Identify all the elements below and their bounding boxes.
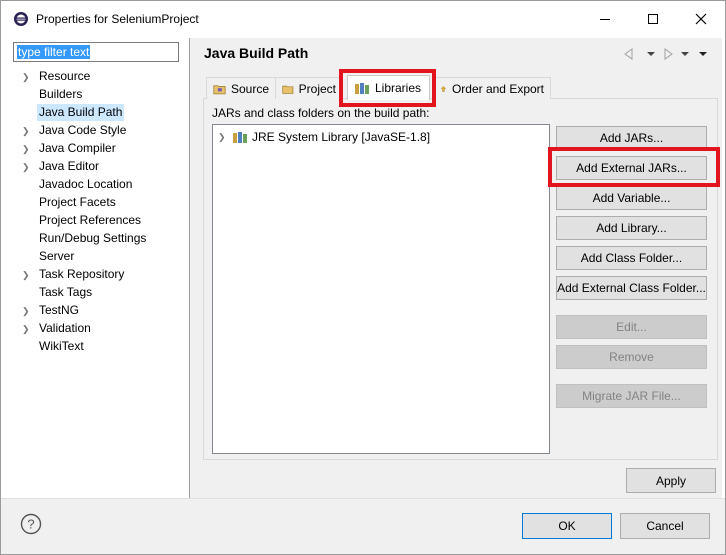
expand-arrow-icon[interactable]: ❯ xyxy=(218,129,232,145)
tree-item-label: Resource xyxy=(39,69,91,83)
expand-arrow-icon[interactable]: ❯ xyxy=(22,141,37,158)
expand-arrow-icon[interactable]: ❯ xyxy=(22,69,37,86)
page-title: Java Build Path xyxy=(204,45,309,61)
tree-item-wikitext[interactable]: WikiText xyxy=(22,338,86,355)
tab-source[interactable]: Source xyxy=(206,77,276,99)
tree-item-java-build-path[interactable]: Java Build Path xyxy=(22,104,125,121)
jre-library-label: JRE System Library [JavaSE-1.8] xyxy=(252,130,431,144)
tree-item-task-repository[interactable]: ❯ Task Repository xyxy=(22,266,126,283)
expand-arrow-icon[interactable]: ❯ xyxy=(22,303,37,320)
source-folder-icon xyxy=(213,84,226,94)
tree-item-label: Project References xyxy=(39,213,142,227)
add-jars-button[interactable]: Add JARs... xyxy=(556,126,707,150)
chevron-down-icon xyxy=(647,52,655,56)
eclipse-app-icon xyxy=(14,12,28,26)
cancel-button[interactable]: Cancel xyxy=(620,513,710,539)
tree-item-label: TestNG xyxy=(39,303,80,317)
tab-label: Source xyxy=(230,81,269,96)
maximize-button[interactable] xyxy=(641,8,665,30)
add-external-class-folder-button[interactable]: Add External Class Folder... xyxy=(556,276,707,300)
add-external-jars-button[interactable]: Add External JARs... xyxy=(556,156,707,180)
tree-item-label: Java Code Style xyxy=(39,123,127,137)
tree-item-label: Java Compiler xyxy=(39,141,116,155)
minimize-icon xyxy=(600,19,610,20)
tree-item-project-references[interactable]: Project References xyxy=(22,212,143,229)
tree-item-label: Run/Debug Settings xyxy=(39,231,147,245)
forward-nav-button[interactable] xyxy=(662,46,718,62)
tree-item-label: Java Editor xyxy=(39,159,100,173)
libraries-tree[interactable] xyxy=(212,124,550,454)
help-icon[interactable]: ? xyxy=(20,513,42,535)
tab-label: Order and Export xyxy=(451,81,544,96)
remove-button[interactable]: Remove xyxy=(556,345,707,369)
tree-item-label: Validation xyxy=(39,321,91,335)
tree-item-javadoc-location[interactable]: Javadoc Location xyxy=(22,176,134,193)
add-variable-button[interactable]: Add Variable... xyxy=(556,186,707,210)
minimize-button[interactable] xyxy=(593,8,617,30)
tree-item-testng[interactable]: ❯ TestNG xyxy=(22,302,81,319)
expand-arrow-icon[interactable]: ❯ xyxy=(22,123,37,140)
tree-item-label: Task Tags xyxy=(39,285,93,299)
tab-label: Project xyxy=(298,81,336,96)
back-arrow-icon xyxy=(624,48,633,60)
back-nav-button[interactable] xyxy=(620,46,660,62)
close-button[interactable] xyxy=(689,8,713,30)
order-export-icon xyxy=(440,85,447,92)
filter-input[interactable]: type filter text xyxy=(13,42,179,62)
tree-item-label: WikiText xyxy=(39,339,84,353)
add-class-folder-button[interactable]: Add Class Folder... xyxy=(556,246,707,270)
tree-item-task-tags[interactable]: Task Tags xyxy=(22,284,94,301)
close-icon xyxy=(695,13,707,25)
tree-item-label: Project Facets xyxy=(39,195,116,209)
maximize-icon xyxy=(648,14,658,24)
expand-arrow-icon[interactable]: ❯ xyxy=(22,159,37,176)
chevron-down-icon xyxy=(681,52,689,56)
tree-item-label: Builders xyxy=(39,87,83,101)
tree-item-label: Javadoc Location xyxy=(39,177,133,191)
tree-item-project-facets[interactable]: Project Facets xyxy=(22,194,118,211)
tree-item-label: Task Repository xyxy=(39,267,125,281)
tree-item-builders[interactable]: Builders xyxy=(22,86,84,103)
tree-item-java-code-style[interactable]: ❯ Java Code Style xyxy=(22,122,128,139)
tab-label: Libraries xyxy=(375,81,422,95)
jre-library-icon xyxy=(233,132,247,143)
tree-item-java-editor[interactable]: ❯ Java Editor xyxy=(22,158,101,175)
dialog-button-bar xyxy=(0,498,726,555)
tree-item-run-debug-settings[interactable]: Run/Debug Settings xyxy=(22,230,148,247)
tree-item-server[interactable]: Server xyxy=(22,248,76,265)
jre-system-library-item[interactable]: ❯ JRE System Library [JavaSE-1.8] xyxy=(218,129,430,145)
project-folder-icon xyxy=(282,85,294,94)
tree-item-java-compiler[interactable]: ❯ Java Compiler xyxy=(22,140,118,157)
tree-item-resource[interactable]: ❯ Resource xyxy=(22,68,92,85)
migrate-jar-button[interactable]: Migrate JAR File... xyxy=(556,384,707,408)
tab-order-and-export[interactable]: Order and Export xyxy=(433,77,551,99)
tab-libraries[interactable]: Libraries xyxy=(347,75,430,100)
edit-button[interactable]: Edit... xyxy=(556,315,707,339)
window-title: Properties for SeleniumProject xyxy=(36,12,199,26)
tree-item-validation[interactable]: ❯ Validation xyxy=(22,320,93,337)
libraries-icon xyxy=(355,83,369,94)
expand-arrow-icon[interactable]: ❯ xyxy=(22,267,37,284)
tree-item-label: Server xyxy=(39,249,75,263)
svg-text:?: ? xyxy=(27,517,34,532)
tree-item-label: Java Build Path xyxy=(37,104,125,121)
add-library-button[interactable]: Add Library... xyxy=(556,216,707,240)
view-menu-icon xyxy=(699,52,707,56)
apply-button[interactable]: Apply xyxy=(626,468,716,493)
build-path-label: JARs and class folders on the build path… xyxy=(212,106,430,120)
ok-button[interactable]: OK xyxy=(522,513,612,539)
forward-arrow-icon xyxy=(664,48,673,60)
expand-arrow-icon[interactable]: ❯ xyxy=(22,321,37,338)
tab-projects[interactable]: Project xyxy=(275,77,343,99)
background-window-edge xyxy=(0,38,7,555)
filter-input-text: type filter text xyxy=(17,45,91,59)
